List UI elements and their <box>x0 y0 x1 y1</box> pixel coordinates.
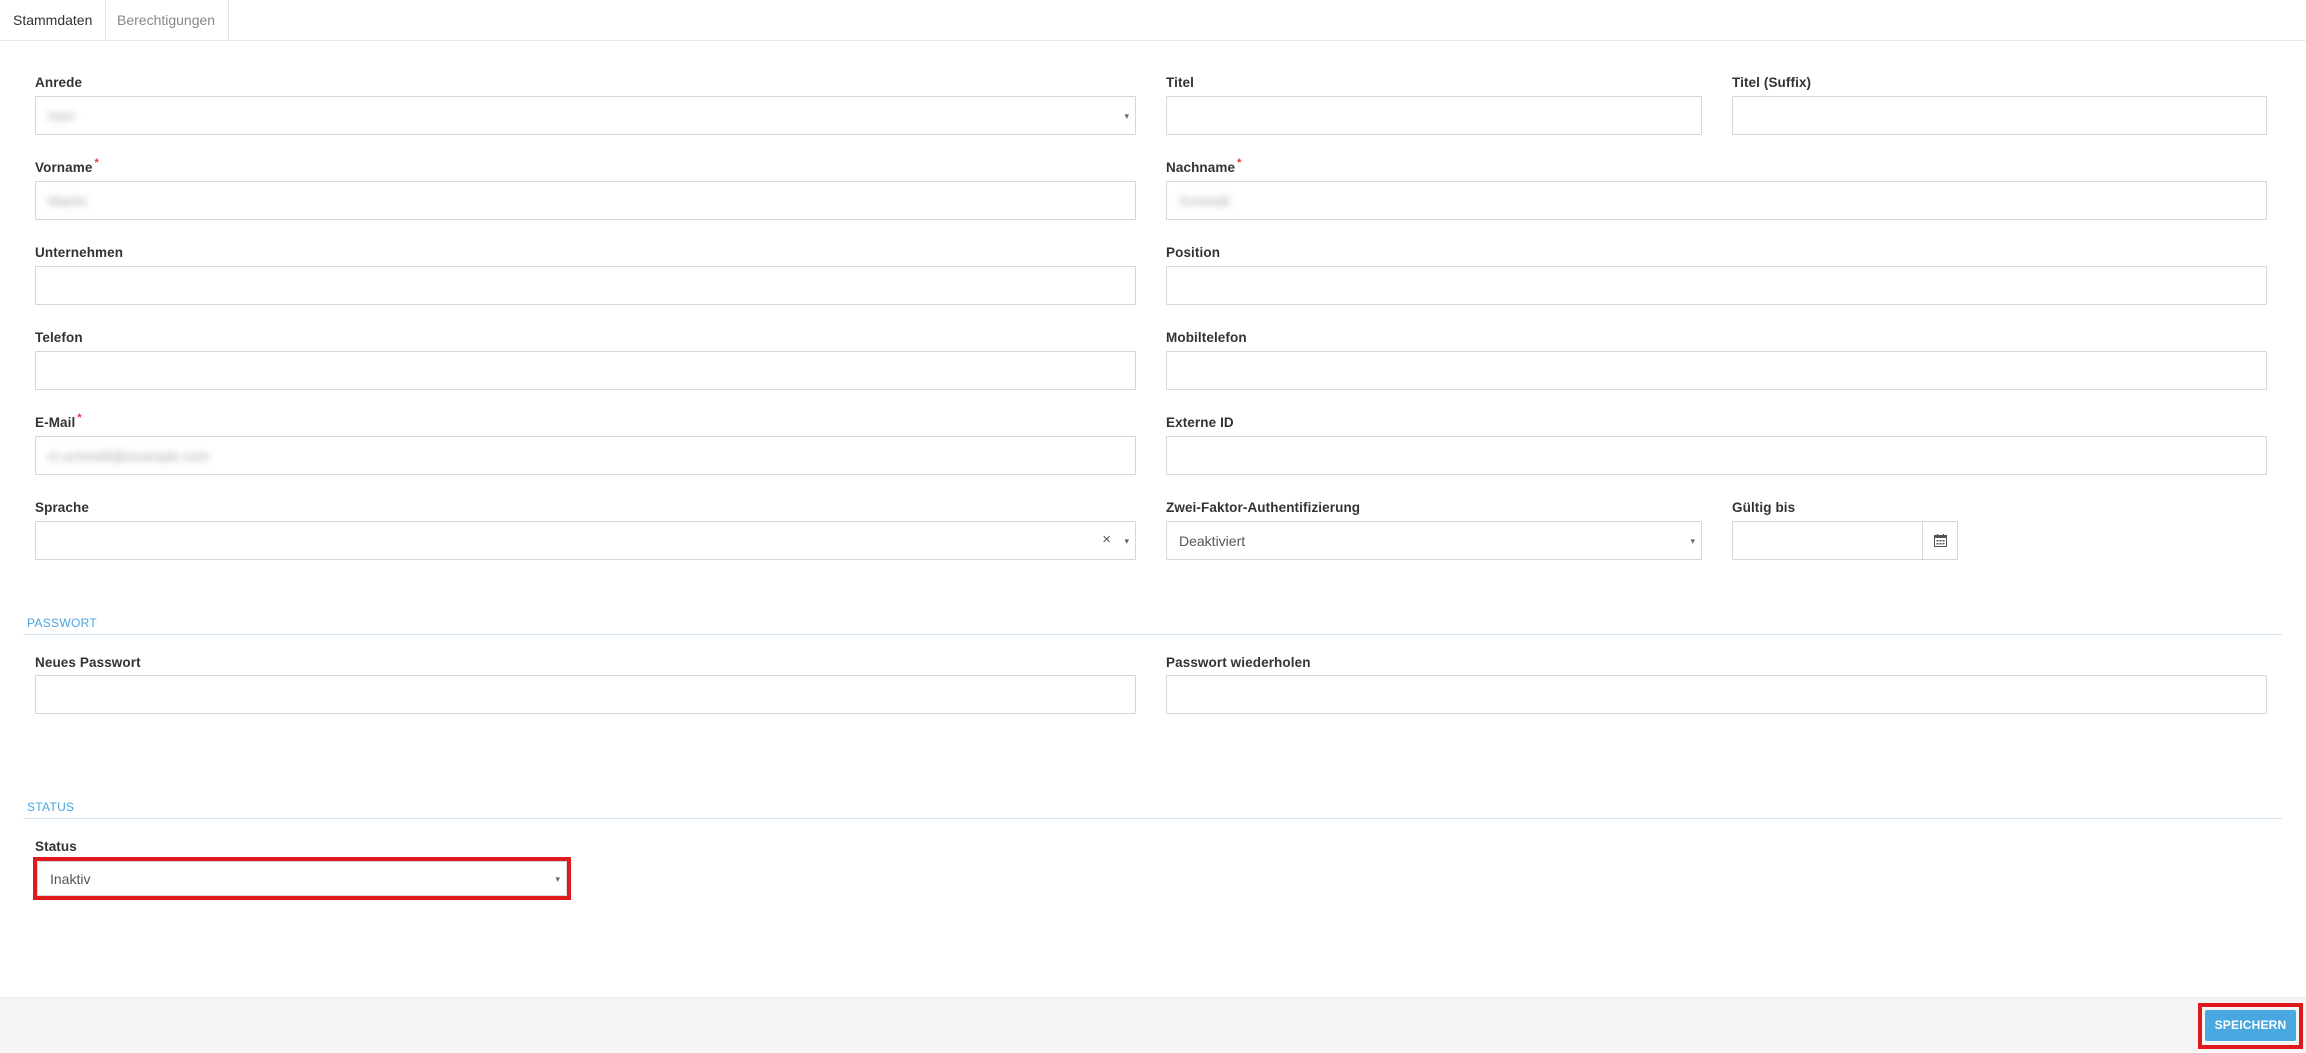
externe-id-label: Externe ID <box>1166 415 1234 430</box>
unternehmen-input[interactable] <box>35 266 1136 305</box>
required-marker: * <box>77 412 82 424</box>
zwei-faktor-select[interactable]: Deaktiviert ▾ <box>1166 521 1702 560</box>
email-value: m.schmidt@example.com <box>48 448 210 464</box>
sprache-select[interactable]: × ▾ <box>35 521 1136 560</box>
telefon-input[interactable] <box>35 351 1136 390</box>
position-input[interactable] <box>1166 266 2267 305</box>
titel-suffix-label: Titel (Suffix) <box>1732 75 1812 90</box>
passwort-wiederholen-input[interactable] <box>1166 675 2267 714</box>
zwei-faktor-label: Zwei-Faktor-Authentifizierung <box>1166 500 1361 515</box>
chevron-down-icon: ▾ <box>1690 536 1695 546</box>
externe-id-input[interactable] <box>1166 436 2267 475</box>
calendar-button[interactable] <box>1922 521 1958 560</box>
anrede-label: Anrede <box>35 75 83 90</box>
required-marker: * <box>94 157 99 169</box>
calendar-icon <box>1934 534 1947 547</box>
passwort-wiederholen-label: Passwort wiederholen <box>1166 655 1311 670</box>
tab-stammdaten[interactable]: Stammdaten <box>0 0 107 41</box>
vorname-input[interactable]: Martin <box>35 181 1136 220</box>
section-divider <box>23 818 2282 819</box>
titel-input[interactable] <box>1166 96 1702 135</box>
anrede-value: Herr <box>48 108 76 124</box>
vorname-value: Martin <box>48 193 87 209</box>
nachname-input[interactable]: Schmidt <box>1166 181 2267 220</box>
vorname-label: Vorname * <box>35 157 99 175</box>
position-label: Position <box>1166 245 1221 260</box>
titel-label: Titel <box>1166 75 1195 90</box>
footer-bar <box>0 997 2306 1053</box>
email-label: E-Mail * <box>35 412 82 430</box>
zwei-faktor-value: Deaktiviert <box>1179 533 1246 549</box>
chevron-down-icon: ▾ <box>1124 111 1129 121</box>
nachname-value: Schmidt <box>1179 193 1230 209</box>
close-icon[interactable]: × <box>1102 531 1111 548</box>
section-divider <box>23 634 2282 635</box>
mobiltelefon-label: Mobiltelefon <box>1166 330 1247 345</box>
tab-berechtigungen[interactable]: Berechtigungen <box>104 0 230 41</box>
nachname-label: Nachname * <box>1166 157 1242 175</box>
status-label: Status <box>35 839 77 854</box>
anrede-select[interactable]: Herr ▾ <box>35 96 1136 135</box>
neues-passwort-label: Neues Passwort <box>35 655 141 670</box>
titel-suffix-input[interactable] <box>1732 96 2267 135</box>
save-highlight-box <box>2198 1003 2303 1049</box>
unternehmen-label: Unternehmen <box>35 245 124 260</box>
gueltig-bis-input[interactable] <box>1732 521 1923 560</box>
email-input[interactable]: m.schmidt@example.com <box>35 436 1136 475</box>
section-title-passwort: PASSWORT <box>27 616 97 630</box>
required-marker: * <box>1237 157 1242 169</box>
telefon-label: Telefon <box>35 330 83 345</box>
sprache-label: Sprache <box>35 500 89 515</box>
tab-bar: Stammdaten Berechtigungen <box>0 0 2306 41</box>
neues-passwort-input[interactable] <box>35 675 1136 714</box>
status-highlight-box <box>33 857 571 900</box>
gueltig-bis-label: Gültig bis <box>1732 500 1796 515</box>
chevron-down-icon: ▾ <box>1124 536 1129 546</box>
section-title-status: STATUS <box>27 800 75 814</box>
mobiltelefon-input[interactable] <box>1166 351 2267 390</box>
